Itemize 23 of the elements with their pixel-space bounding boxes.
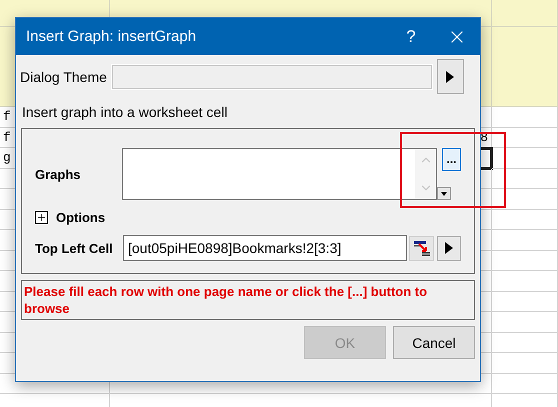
range-menu-button[interactable]: [437, 236, 461, 260]
error-message: Please fill each row with one page name or click the [...] button to browse: [24, 284, 428, 316]
theme-label: Dialog Theme: [20, 68, 107, 84]
top-left-cell-field[interactable]: [out05piHE0898]Bookmarks!2[3:3]: [123, 235, 407, 261]
range-select-icon: [412, 240, 430, 256]
triangle-icon: [446, 70, 454, 82]
dropdown-button[interactable]: [437, 187, 451, 200]
triangle-icon: [445, 242, 453, 254]
expand-button[interactable]: [35, 211, 48, 224]
window-title: Insert Graph: insertGraph: [26, 28, 198, 45]
select-range-button[interactable]: [409, 236, 434, 260]
graphs-field[interactable]: [122, 148, 437, 200]
plus-icon: [36, 212, 47, 223]
cancel-button[interactable]: Cancel: [393, 326, 475, 359]
top-left-cell-label: Top Left Cell: [35, 240, 114, 256]
scroll-bar[interactable]: [415, 149, 436, 199]
graphs-label: Graphs: [35, 166, 82, 182]
options-label: Options: [56, 210, 106, 225]
theme-field[interactable]: [110, 64, 433, 90]
browse-button[interactable]: ...: [442, 148, 461, 171]
caret-icon: [441, 192, 447, 196]
theme-menu-button[interactable]: [436, 59, 464, 94]
help-button[interactable]: ?: [388, 18, 434, 54]
